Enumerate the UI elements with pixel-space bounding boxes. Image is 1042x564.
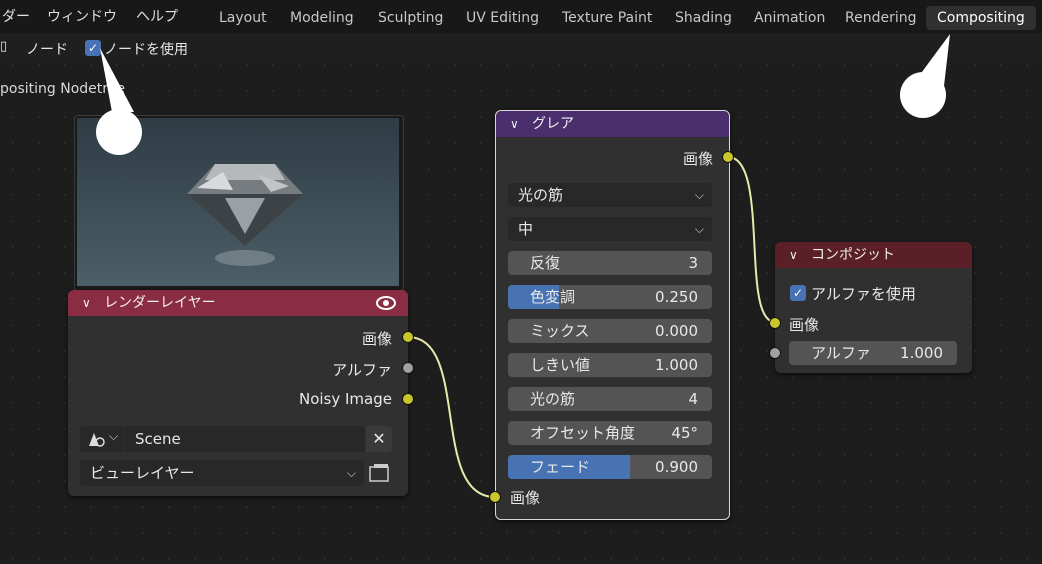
marker-pointers — [100, 34, 950, 112]
